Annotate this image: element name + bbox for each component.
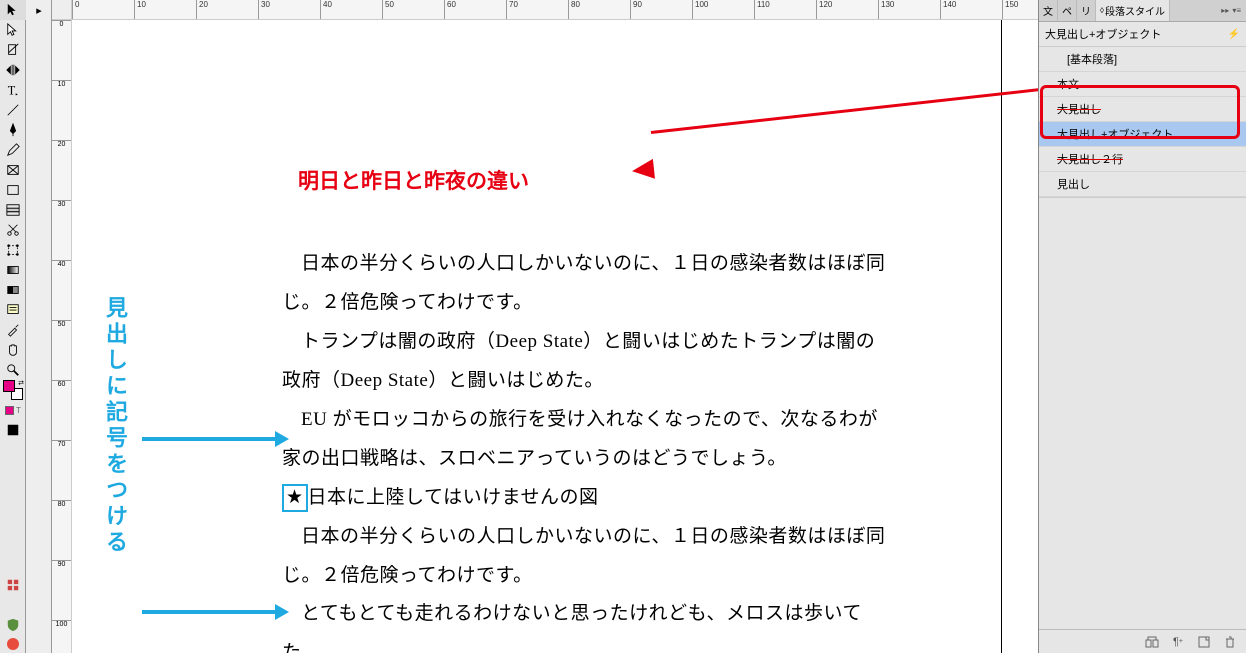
page-tool[interactable] (0, 40, 26, 60)
panel-menu-icon[interactable]: ▾≡ (1231, 6, 1242, 15)
grid-icon[interactable] (0, 575, 26, 595)
paragraph-styles-panel: 文 ペ リ ◊段落スタイル ▸▸ ▾≡ 大見出し+オブジェクト ⚡ [基本段落]… (1038, 0, 1246, 653)
ruler-h-tick: 80 (568, 0, 580, 19)
star-heading[interactable]: ★日本に上陸してはいけませんの図 (282, 479, 892, 518)
document-text-frame[interactable]: 明日と昨日と昨夜の違い 日本の半分くらいの人口しかいないのに、１日の感染者数はほ… (282, 160, 892, 653)
ruler-v-tick: 0 (52, 20, 71, 28)
panel-current-style-indicator: 大見出し+オブジェクト ⚡ (1039, 22, 1246, 47)
paragraph-style-item[interactable]: 本文 (1039, 72, 1246, 97)
body-paragraph[interactable]: EU がモロッコからの旅行を受け入れなくなったので、次なるわが家の出口戦略は、ス… (282, 401, 892, 479)
paragraph-style-list: [基本段落]本文大見出し大見出し+オブジェクト大見出し２行見出し (1039, 47, 1246, 197)
pen-tool[interactable] (0, 120, 26, 140)
svg-text:▸: ▸ (16, 91, 18, 96)
panel-tab-paragraph-styles[interactable]: ◊段落スタイル (1096, 0, 1170, 21)
ruler-h-tick: 150 (1002, 0, 1018, 19)
panel-collapse-left[interactable]: ▸▸ (1220, 6, 1230, 15)
current-style-label: 大見出し+オブジェクト (1045, 26, 1161, 42)
zoom-tool[interactable] (0, 360, 26, 380)
paragraph-style-item[interactable]: [基本段落] (1039, 47, 1246, 72)
scissors-tool[interactable] (0, 220, 26, 240)
note-tool[interactable] (0, 300, 26, 320)
delete-style-icon[interactable] (1222, 634, 1238, 650)
ruler-h-tick: 0 (72, 0, 79, 19)
panel-empty-area (1039, 197, 1246, 629)
ruler-h-tick: 60 (444, 0, 456, 19)
gradient-feather-tool[interactable] (0, 280, 26, 300)
group-styles-icon[interactable] (1144, 634, 1160, 650)
ruler-v-tick: 30 (52, 200, 71, 208)
ruler-h-tick: 30 (258, 0, 270, 19)
rectangle-tool[interactable] (0, 180, 26, 200)
ruler-h-tick: 70 (506, 0, 518, 19)
new-style-icon[interactable] (1196, 634, 1212, 650)
clear-override-icon[interactable]: ¶+ (1170, 634, 1186, 650)
ruler-v-tick: 90 (52, 560, 71, 568)
svg-text:T: T (8, 83, 16, 97)
rectangle-frame-tool[interactable] (0, 160, 26, 180)
paragraph-style-item[interactable]: 大見出し (1039, 97, 1246, 122)
page-viewport[interactable]: 見出しに記号をつける 明日と昨日と昨夜の違い 日本の半分くらいの人口しかいないの… (72, 20, 1038, 653)
ruler-h-tick: 50 (382, 0, 394, 19)
free-transform-tool[interactable] (0, 240, 26, 260)
ruler-h-tick: 10 (134, 0, 146, 19)
panel-tab-links[interactable]: リ (1077, 0, 1096, 21)
hand-tool[interactable] (0, 340, 26, 360)
panel-tab-bar: 文 ペ リ ◊段落スタイル ▸▸ ▾≡ (1039, 0, 1246, 22)
ruler-vertical[interactable]: 0102030405060708090100110 (52, 20, 72, 653)
aux-arrow-1[interactable]: ▸ (26, 0, 52, 20)
ruler-v-tick: 20 (52, 140, 71, 148)
star-heading-text: 日本に上陸してはいけませんの図 (308, 487, 599, 508)
table-cell-tool[interactable] (0, 200, 26, 220)
ruler-h-tick: 100 (692, 0, 708, 19)
document-heading[interactable]: 明日と昨日と昨夜の違い (298, 160, 892, 203)
selection-tool[interactable] (0, 0, 26, 20)
view-mode-normal[interactable] (0, 420, 26, 440)
pencil-tool[interactable] (0, 140, 26, 160)
ruler-h-tick: 90 (630, 0, 642, 19)
paragraph-style-item[interactable]: 大見出し２行 (1039, 147, 1246, 172)
line-tool[interactable] (0, 100, 26, 120)
ruler-v-tick: 70 (52, 440, 71, 448)
ruler-h-tick: 40 (320, 0, 332, 19)
toolbox-aux: ▸ (26, 0, 52, 653)
ruler-h-tick: 110 (754, 0, 770, 19)
body-paragraph[interactable]: 日本の半分くらいの人口しかいないのに、１日の感染者数はほぼ同じ。２倍危険ってわけ… (282, 245, 892, 323)
paragraph-style-item[interactable]: 見出し (1039, 172, 1246, 197)
body-paragraph[interactable]: トランプは闇の政府（Deep State）と闘いはじめたトランプは闇の政府（De… (282, 323, 892, 401)
gradient-swatch-tool[interactable] (0, 260, 26, 280)
panel-tab-text[interactable]: 文 (1039, 0, 1058, 21)
panel-footer: ¶+ (1039, 629, 1246, 653)
star-marker-box: ★ (282, 484, 308, 513)
ruler-h-tick: 140 (940, 0, 956, 19)
ruler-v-tick: 10 (52, 80, 71, 88)
direct-selection-tool[interactable] (0, 20, 26, 40)
body-paragraph[interactable]: とてもとても走れるわけないと思ったけれども、メロスは歩いてた。 (282, 595, 892, 653)
ruler-v-tick: 80 (52, 500, 71, 508)
ruler-v-tick: 100 (52, 620, 71, 628)
annotation-blue-arrow-2 (142, 610, 277, 614)
ruler-v-tick: 60 (52, 380, 71, 388)
annotation-blue-vertical-text: 見出しに記号をつける (99, 296, 131, 556)
annotation-blue-arrow-1 (142, 437, 277, 441)
type-tool[interactable]: T▸ (0, 80, 26, 100)
ruler-v-tick: 40 (52, 260, 71, 268)
quick-apply-icon[interactable]: ⚡ (1228, 29, 1240, 40)
toolbox-main: T▸ ⇄ T (0, 0, 26, 653)
body-paragraph[interactable]: 日本の半分くらいの人口しかいないのに、１日の感染者数はほぼ同じ。２倍危険ってわけ… (282, 518, 892, 596)
ruler-h-tick: 130 (878, 0, 894, 19)
paragraph-style-item[interactable]: 大見出し+オブジェクト (1039, 122, 1246, 147)
ruler-origin[interactable] (52, 0, 72, 20)
ruler-h-tick: 120 (816, 0, 832, 19)
gap-tool[interactable] (0, 60, 26, 80)
panel-tab-pages[interactable]: ペ (1058, 0, 1077, 21)
shield-icon[interactable] (0, 615, 26, 635)
canvas-area: 0 10 20 30 40 50 60 70 80 90 100 110 120 130 140 150 0 1… (52, 0, 1038, 653)
ruler-v-tick: 50 (52, 320, 71, 328)
fill-mode-row[interactable]: T (0, 400, 26, 420)
fill-stroke-toggle[interactable]: ⇄ (0, 380, 26, 400)
ruler-horizontal[interactable]: 0 10 20 30 40 50 60 70 80 90 100 110 120 130 140 150 (52, 0, 1038, 20)
eyedropper-tool[interactable] (0, 320, 26, 340)
status-indicator[interactable] (0, 635, 26, 653)
ruler-h-tick: 20 (196, 0, 208, 19)
